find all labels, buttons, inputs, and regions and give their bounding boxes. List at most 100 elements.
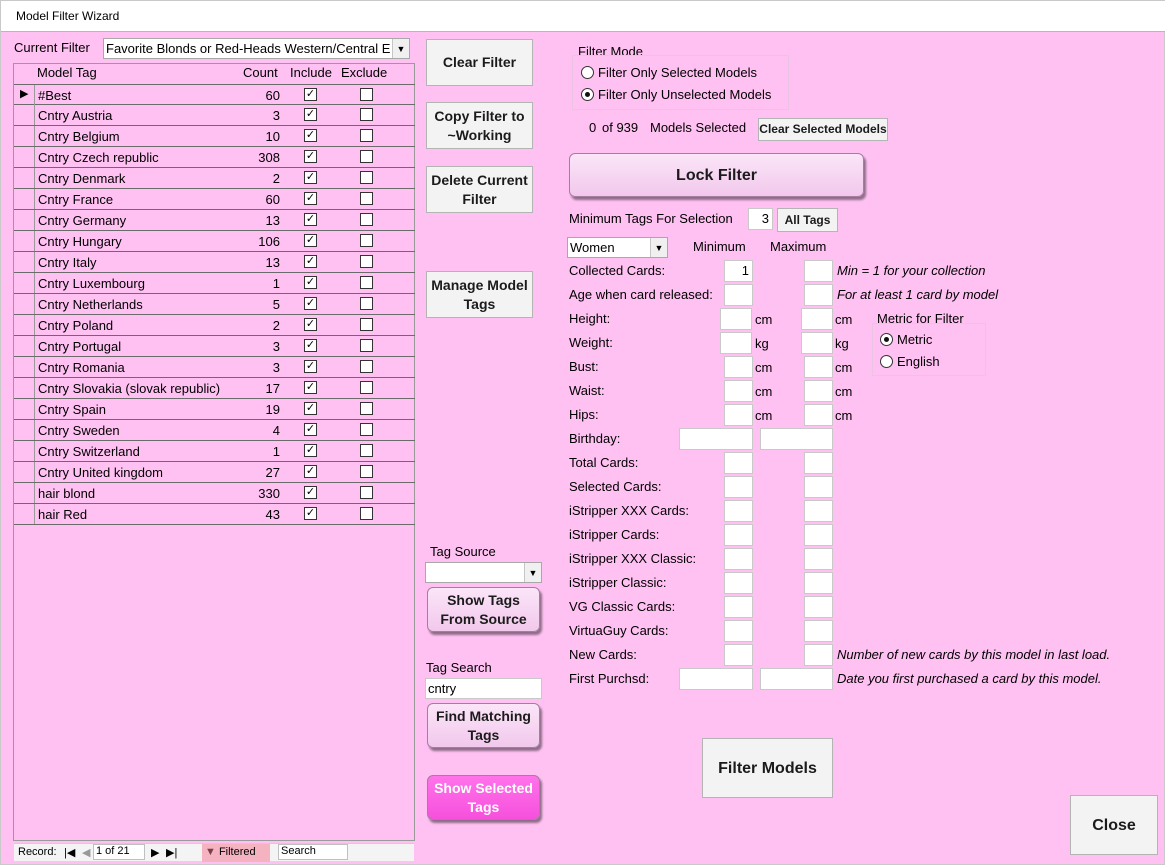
model-tag-cell[interactable]: Cntry Poland bbox=[38, 318, 113, 333]
record-selector[interactable] bbox=[14, 126, 35, 146]
height-max[interactable] bbox=[801, 308, 833, 330]
model-tag-cell[interactable]: Cntry Belgium bbox=[38, 129, 120, 144]
record-selector[interactable] bbox=[14, 189, 35, 209]
table-row[interactable]: hair blond 330 ✓ bbox=[14, 483, 415, 504]
first-record-icon[interactable]: |◀ bbox=[64, 846, 75, 859]
metric-option-label[interactable]: Metric bbox=[897, 332, 932, 347]
record-selector[interactable] bbox=[14, 231, 35, 251]
model-tag-cell[interactable]: Cntry France bbox=[38, 192, 113, 207]
table-row[interactable]: Cntry Germany 13 ✓ bbox=[14, 210, 415, 231]
include-checkbox[interactable]: ✓ bbox=[304, 486, 317, 499]
tag-search-input[interactable]: cntry bbox=[425, 678, 542, 699]
table-row[interactable]: Cntry Portugal 3 ✓ bbox=[14, 336, 415, 357]
model-tag-cell[interactable]: Cntry Czech republic bbox=[38, 150, 159, 165]
vg-classic-min[interactable] bbox=[724, 596, 753, 618]
english-radio[interactable] bbox=[880, 355, 893, 368]
exclude-checkbox[interactable] bbox=[360, 171, 373, 184]
include-checkbox[interactable]: ✓ bbox=[304, 255, 317, 268]
exclude-checkbox[interactable] bbox=[360, 507, 373, 520]
istripper-xxx-max[interactable] bbox=[804, 500, 833, 522]
manage-model-tags-button[interactable]: Manage Model Tags bbox=[426, 271, 533, 318]
current-filter-combo[interactable]: Favorite Blonds or Red-Heads Western/Cen… bbox=[103, 38, 410, 59]
model-tag-cell[interactable]: Cntry Slovakia (slovak republic) bbox=[38, 381, 220, 396]
min-tags-input[interactable]: 3 bbox=[748, 208, 773, 230]
show-selected-tags-button[interactable]: Show Selected Tags bbox=[427, 775, 540, 820]
bust-min[interactable] bbox=[724, 356, 753, 378]
exclude-checkbox[interactable] bbox=[360, 297, 373, 310]
include-checkbox[interactable]: ✓ bbox=[304, 108, 317, 121]
model-tag-cell[interactable]: Cntry United kingdom bbox=[38, 465, 163, 480]
english-option-label[interactable]: English bbox=[897, 354, 940, 369]
grid-header-model-tag[interactable]: Model Tag bbox=[37, 65, 97, 80]
model-tag-cell[interactable]: Cntry Romania bbox=[38, 360, 125, 375]
virtuaguy-min[interactable] bbox=[724, 620, 753, 642]
model-tag-cell[interactable]: Cntry Netherlands bbox=[38, 297, 143, 312]
record-selector[interactable]: ▶ bbox=[14, 85, 35, 105]
include-checkbox[interactable]: ✓ bbox=[304, 381, 317, 394]
table-row[interactable]: Cntry Romania 3 ✓ bbox=[14, 357, 415, 378]
record-selector[interactable] bbox=[14, 105, 35, 125]
include-checkbox[interactable]: ✓ bbox=[304, 213, 317, 226]
model-tag-cell[interactable]: #Best bbox=[38, 88, 71, 103]
height-min[interactable] bbox=[720, 308, 752, 330]
age-max[interactable] bbox=[804, 284, 833, 306]
gender-combo[interactable]: Women ▼ bbox=[567, 237, 668, 258]
exclude-checkbox[interactable] bbox=[360, 255, 373, 268]
record-selector[interactable] bbox=[14, 294, 35, 314]
hips-min[interactable] bbox=[724, 404, 753, 426]
include-checkbox[interactable]: ✓ bbox=[304, 318, 317, 331]
total-cards-max[interactable] bbox=[804, 452, 833, 474]
show-tags-from-source-button[interactable]: Show Tags From Source bbox=[427, 587, 540, 632]
model-tag-cell[interactable]: Cntry Switzerland bbox=[38, 444, 140, 459]
table-row[interactable]: Cntry Czech republic 308 ✓ bbox=[14, 147, 415, 168]
include-checkbox[interactable]: ✓ bbox=[304, 402, 317, 415]
exclude-checkbox[interactable] bbox=[360, 108, 373, 121]
istripper-xxx-min[interactable] bbox=[724, 500, 753, 522]
lock-filter-button[interactable]: Lock Filter bbox=[569, 153, 864, 197]
total-cards-min[interactable] bbox=[724, 452, 753, 474]
virtuaguy-max[interactable] bbox=[804, 620, 833, 642]
exclude-checkbox[interactable] bbox=[360, 192, 373, 205]
table-row[interactable]: Cntry United kingdom 27 ✓ bbox=[14, 462, 415, 483]
table-row[interactable]: Cntry Netherlands 5 ✓ bbox=[14, 294, 415, 315]
waist-min[interactable] bbox=[724, 380, 753, 402]
clear-filter-button[interactable]: Clear Filter bbox=[426, 39, 533, 86]
table-row[interactable]: Cntry Poland 2 ✓ bbox=[14, 315, 415, 336]
exclude-checkbox[interactable] bbox=[360, 381, 373, 394]
table-row[interactable]: Cntry Luxembourg 1 ✓ bbox=[14, 273, 415, 294]
copy-filter-button[interactable]: Copy Filter to ~Working bbox=[426, 102, 533, 149]
include-checkbox[interactable]: ✓ bbox=[304, 234, 317, 247]
age-min[interactable] bbox=[724, 284, 753, 306]
include-checkbox[interactable]: ✓ bbox=[304, 171, 317, 184]
exclude-checkbox[interactable] bbox=[360, 88, 373, 101]
model-tag-cell[interactable]: Cntry Portugal bbox=[38, 339, 121, 354]
model-tag-cell[interactable]: Cntry Austria bbox=[38, 108, 112, 123]
previous-record-icon[interactable]: ◀ bbox=[82, 846, 90, 859]
istripper-xxx-classic-min[interactable] bbox=[724, 548, 753, 570]
record-selector[interactable] bbox=[14, 483, 35, 503]
clear-selected-models-button[interactable]: Clear Selected Models bbox=[758, 118, 888, 141]
birthday-max[interactable] bbox=[760, 428, 833, 450]
exclude-checkbox[interactable] bbox=[360, 129, 373, 142]
include-checkbox[interactable]: ✓ bbox=[304, 276, 317, 289]
filter-selected-radio[interactable] bbox=[581, 66, 594, 79]
hips-max[interactable] bbox=[804, 404, 833, 426]
new-cards-max[interactable] bbox=[804, 644, 833, 666]
record-search-field[interactable]: Search bbox=[278, 844, 348, 860]
table-row[interactable]: hair Red 43 ✓ bbox=[14, 504, 415, 525]
model-tag-cell[interactable]: Cntry Hungary bbox=[38, 234, 122, 249]
record-selector[interactable] bbox=[14, 210, 35, 230]
table-row[interactable]: Cntry Slovakia (slovak republic) 17 ✓ bbox=[14, 378, 415, 399]
record-selector[interactable] bbox=[14, 420, 35, 440]
chevron-down-icon[interactable]: ▼ bbox=[524, 563, 541, 582]
istripper-max[interactable] bbox=[804, 524, 833, 546]
metric-radio[interactable] bbox=[880, 333, 893, 346]
model-tag-cell[interactable]: Cntry Denmark bbox=[38, 171, 125, 186]
collected-cards-min[interactable]: 1 bbox=[724, 260, 753, 282]
table-row[interactable]: Cntry Austria 3 ✓ bbox=[14, 105, 415, 126]
grid-header-count[interactable]: Count bbox=[243, 65, 278, 80]
record-selector[interactable] bbox=[14, 462, 35, 482]
include-checkbox[interactable]: ✓ bbox=[304, 423, 317, 436]
record-selector[interactable] bbox=[14, 252, 35, 272]
include-checkbox[interactable]: ✓ bbox=[304, 129, 317, 142]
